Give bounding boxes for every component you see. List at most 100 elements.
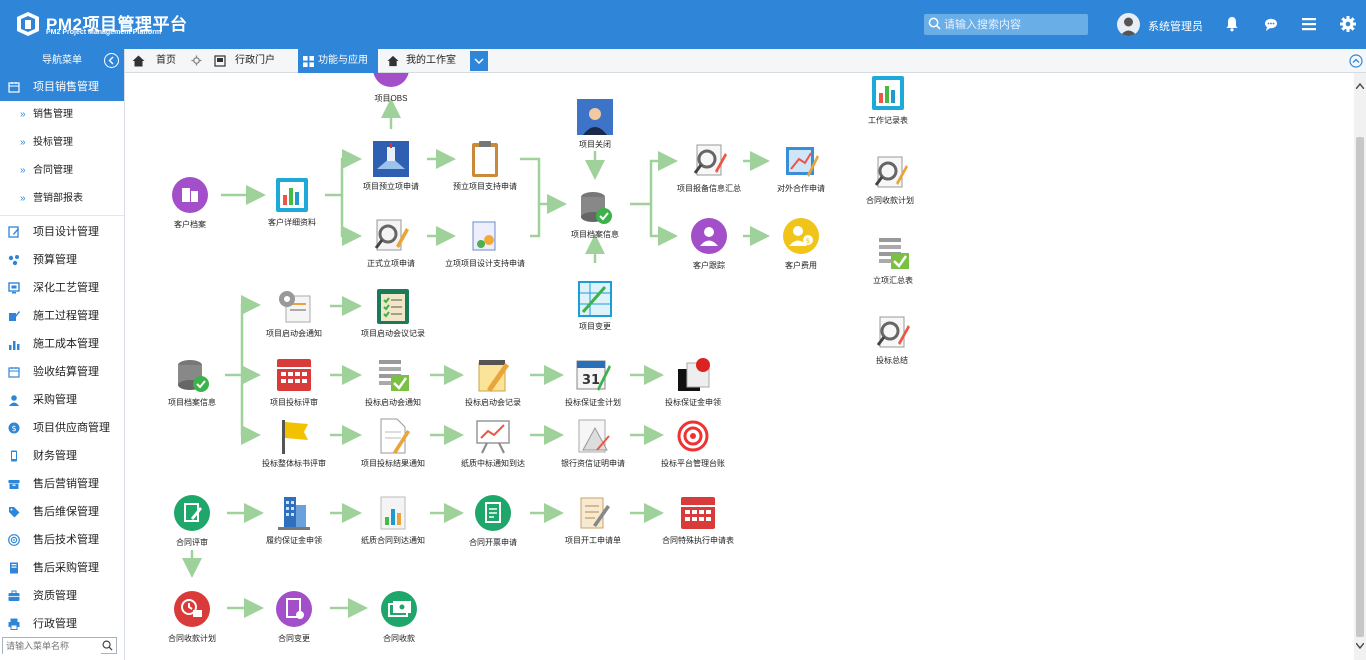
scrollbar-thumb[interactable] <box>1356 137 1364 637</box>
node-archive-2[interactable]: 项目档案信息 <box>137 355 247 408</box>
doc-triangle-icon <box>573 416 613 456</box>
avatar[interactable] <box>1117 13 1140 36</box>
sidebar-item-aftersales-tech[interactable]: 售后技术管理 <box>0 526 124 554</box>
node-project-close[interactable]: 项目关闭 <box>540 97 650 150</box>
node-start-record[interactable]: 项目启动会议记录 <box>338 286 448 339</box>
global-search[interactable] <box>924 14 1088 35</box>
sidebar-item-purchase[interactable]: 采购管理 <box>0 386 124 414</box>
node-start-work[interactable]: 项目开工申请单 <box>538 493 648 546</box>
sidebar-sub-sales-report[interactable]: » 营销部报表 <box>0 185 124 213</box>
sidebar-item-acceptance[interactable]: 验收结算管理 <box>0 358 124 386</box>
vertical-scrollbar[interactable] <box>1354 73 1366 660</box>
scroll-down-icon[interactable] <box>1356 643 1364 649</box>
user-circle-icon <box>689 218 729 258</box>
node-perf-bond[interactable]: 履约保证金申领 <box>239 493 349 546</box>
username[interactable]: 系统管理员 <box>1148 18 1203 34</box>
collapse-up-icon[interactable] <box>1349 54 1363 68</box>
sidebar-item-label: 资质管理 <box>33 590 77 602</box>
node-label: 合同收款计划 <box>866 196 914 205</box>
home-icon[interactable] <box>387 55 399 67</box>
search-icon[interactable] <box>102 640 113 651</box>
bell-icon[interactable] <box>1223 15 1241 33</box>
node-bid-summary[interactable]: 投标总结 <box>837 313 947 366</box>
tag-icon <box>9 507 20 518</box>
node-paper-notice[interactable]: 纸质中标通知到达 <box>438 416 548 469</box>
node-contract-review[interactable]: 合同评审 <box>137 493 247 548</box>
sidebar-item-aftersales-purchase[interactable]: 售后采购管理 <box>0 554 124 582</box>
notepad-pencil-icon <box>473 355 513 395</box>
node-bid-doc-review[interactable]: 投标整体标书评审 <box>239 416 349 469</box>
sidebar-item-aftersales-maintenance[interactable]: 售后维保管理 <box>0 498 124 526</box>
node-label: 履约保证金申领 <box>266 536 322 545</box>
node-customer-file[interactable]: 客户档案 <box>135 175 245 230</box>
sidebar-item-finance[interactable]: 财务管理 <box>0 442 124 470</box>
database-check-icon <box>575 187 615 227</box>
node-bid-start-record[interactable]: 投标启动会记录 <box>438 355 548 408</box>
node-bid-bond-apply[interactable]: 投标保证金申领 <box>638 355 748 408</box>
grid-icon <box>303 56 314 67</box>
sidebar-item-label: 售后维保管理 <box>33 506 99 518</box>
sidebar-item-label: 项目销售管理 <box>33 81 99 93</box>
node-contract-receipt[interactable]: 合同收款 <box>344 589 454 644</box>
node-project-archive[interactable]: 项目档案信息 <box>540 187 650 240</box>
node-special-exec[interactable]: 合同特殊执行申请表 <box>643 493 753 546</box>
node-start-notice[interactable]: 项目启动会通知 <box>239 286 349 339</box>
node-approval-summary[interactable]: 立项汇总表 <box>838 233 948 286</box>
sidebar-item-label: 采购管理 <box>33 394 77 406</box>
node-invoice[interactable]: 合同开票申请 <box>438 493 548 548</box>
menu-icon[interactable] <box>1300 15 1318 33</box>
sidebar-item-supplier[interactable]: $ 项目供应商管理 <box>0 414 124 442</box>
chat-icon[interactable] <box>1262 15 1280 33</box>
node-bank-cert[interactable]: 银行资信证明申请 <box>538 416 648 469</box>
node-receipt-plan[interactable]: 合同收款计划 <box>137 589 247 644</box>
sidebar-item-admin[interactable]: 行政管理 <box>0 610 124 638</box>
node-label: 预立项目支持申请 <box>453 182 517 191</box>
sidebar-item-label: 预算管理 <box>33 254 77 266</box>
tab-functions[interactable]: 功能与应用 <box>298 49 378 73</box>
search-input[interactable] <box>944 16 1084 33</box>
sidebar-item-construction[interactable]: 施工过程管理 <box>0 302 124 330</box>
gift-card-icon <box>673 355 713 395</box>
portal-icon[interactable] <box>214 55 226 67</box>
node-project-change[interactable]: 项目变更 <box>540 279 650 332</box>
collapse-sidebar-icon[interactable] <box>104 53 119 68</box>
node-work-record[interactable]: 工作记录表 <box>833 73 943 126</box>
sidebar-sub-sales-manage[interactable]: » 销售管理 <box>0 101 124 129</box>
home-icon[interactable] <box>132 55 145 67</box>
gear-icon[interactable] <box>1339 15 1357 33</box>
node-bid-result[interactable]: 项目投标结果通知 <box>338 416 448 469</box>
node-label: 投标整体标书评审 <box>262 459 326 468</box>
menu-search-input[interactable] <box>3 638 101 654</box>
sidebar-sub-bid-manage[interactable]: » 投标管理 <box>0 129 124 157</box>
node-bid-start-notice[interactable]: 投标启动会通知 <box>338 355 448 408</box>
sidebar-item-aftersales-marketing[interactable]: 售后营销管理 <box>0 470 124 498</box>
node-contract-change[interactable]: 合同变更 <box>239 589 349 644</box>
sidebar-item-cost[interactable]: 施工成本管理 <box>0 330 124 358</box>
tab-dropdown-button[interactable] <box>470 51 488 71</box>
node-customer-detail[interactable]: 客户详细资料 <box>237 175 347 228</box>
tab-admin-portal[interactable]: 行政门户 <box>235 49 275 73</box>
sidebar-item-sales[interactable]: 项目销售管理 <box>0 73 124 101</box>
gear-icon[interactable] <box>191 55 202 66</box>
sidebar-sub-contract-manage[interactable]: » 合同管理 <box>0 157 124 185</box>
tab-workbench[interactable]: 我的工作室 <box>406 49 456 73</box>
menu-search[interactable] <box>2 637 117 654</box>
node-bid-review[interactable]: 项目投标评审 <box>239 355 349 408</box>
tab-home[interactable]: 首页 <box>156 49 176 73</box>
node-contract-plan-right[interactable]: 合同收款计划 <box>835 153 945 206</box>
sidebar-item-design[interactable]: 项目设计管理 <box>0 218 124 246</box>
node-pre-support[interactable]: 预立项目支持申请 <box>430 139 540 192</box>
node-platform-ledger[interactable]: 投标平台管理台账 <box>638 416 748 469</box>
edit-icon <box>8 226 19 238</box>
node-design-support[interactable]: 立项项目设计支持申请 <box>430 216 540 269</box>
node-bid-bond-plan[interactable]: 31 投标保证金计划 <box>538 355 648 408</box>
search-icon[interactable] <box>928 17 941 30</box>
doc-tools-icon <box>465 216 505 256</box>
node-project-obs[interactable]: 项目OBS <box>336 73 446 104</box>
sidebar-item-budget[interactable]: 预算管理 <box>0 246 124 274</box>
node-paper-contract[interactable]: 纸质合同到达通知 <box>338 493 448 546</box>
scroll-up-icon[interactable] <box>1356 83 1364 89</box>
sidebar-item-process[interactable]: 深化工艺管理 <box>0 274 124 302</box>
sidebar-item-qualification[interactable]: 资质管理 <box>0 582 124 610</box>
list-check-icon <box>373 355 413 395</box>
